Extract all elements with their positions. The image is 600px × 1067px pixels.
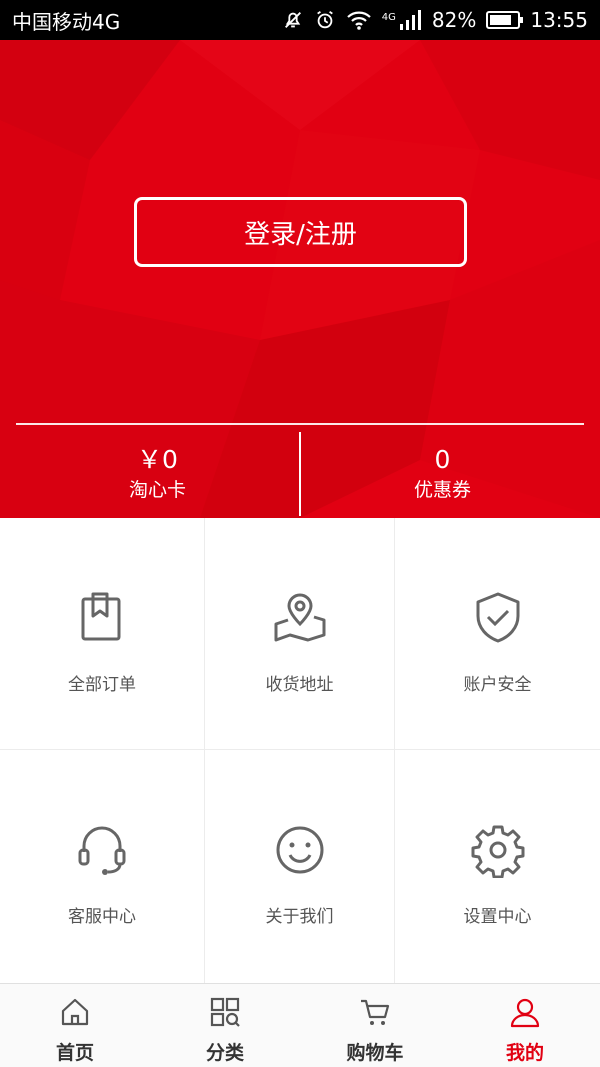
profile-header: 登录/注册 ￥0 淘心卡 0 优惠券 [0,40,600,518]
address-label: 收货地址 [265,675,334,695]
signal-icon [399,10,421,30]
nav-home-label: 首页 [55,1042,94,1064]
about-us-label: 关于我们 [265,907,334,927]
battery-percent: 82% [431,8,477,32]
customer-service-entry[interactable]: 客服中心 [0,750,205,983]
nav-cart[interactable]: 购物车 [300,984,450,1067]
account-stats: ￥0 淘心卡 0 优惠券 [16,432,584,516]
clock: 13:55 [530,8,588,32]
cart-icon [361,999,390,1025]
nav-mine[interactable]: 我的 [450,984,600,1067]
nav-cart-label: 购物车 [346,1042,404,1064]
network-type-label: 4G [381,12,396,23]
nav-category[interactable]: 分类 [150,984,300,1067]
alarm-icon [316,10,333,29]
headset-icon [78,826,126,875]
nav-home[interactable]: 首页 [0,984,150,1067]
header-divider [16,423,584,425]
carrier-label: 中国移动4G [12,9,121,34]
coupons-value: 0 [434,445,451,474]
wifi-icon [347,11,371,30]
gear-icon [471,825,524,878]
login-register-button[interactable]: 登录/注册 [134,197,467,267]
mute-icon [284,12,301,28]
smiley-icon [276,826,323,874]
address-entry[interactable]: 收货地址 [205,518,395,750]
category-icon [210,997,240,1027]
gift-card-balance[interactable]: ￥0 淘心卡 [16,432,299,516]
status-indicators: 4G 82% 13:55 [282,8,588,32]
settings-entry[interactable]: 设置中心 [395,750,600,983]
clipboard-icon [81,592,121,641]
all-orders-label: 全部订单 [68,675,136,695]
status-bar: 中国移动4G 4G 82% 13:55 [0,0,600,40]
user-icon [510,998,540,1028]
customer-service-label: 客服中心 [68,907,136,927]
home-icon [61,998,89,1026]
bottom-navigation: 首页 分类 购物车 我的 [0,983,600,1067]
nav-mine-label: 我的 [505,1042,544,1064]
all-orders-entry[interactable]: 全部订单 [0,518,205,750]
coupons-count[interactable]: 0 优惠券 [299,432,584,516]
battery-icon [486,11,524,29]
account-security-entry[interactable]: 账户安全 [395,518,600,750]
settings-label: 设置中心 [463,907,532,927]
map-pin-icon [274,593,325,642]
about-us-entry[interactable]: 关于我们 [205,750,395,983]
gift-card-value: ￥0 [137,445,178,474]
coupons-label: 优惠券 [413,479,471,501]
gift-card-label: 淘心卡 [128,479,186,501]
shield-check-icon [476,592,519,643]
account-security-label: 账户安全 [463,675,532,695]
nav-category-label: 分类 [205,1042,244,1064]
function-grid: 全部订单 收货地址 账户安全 客服中心 关于我们 设置中心 [0,518,600,983]
